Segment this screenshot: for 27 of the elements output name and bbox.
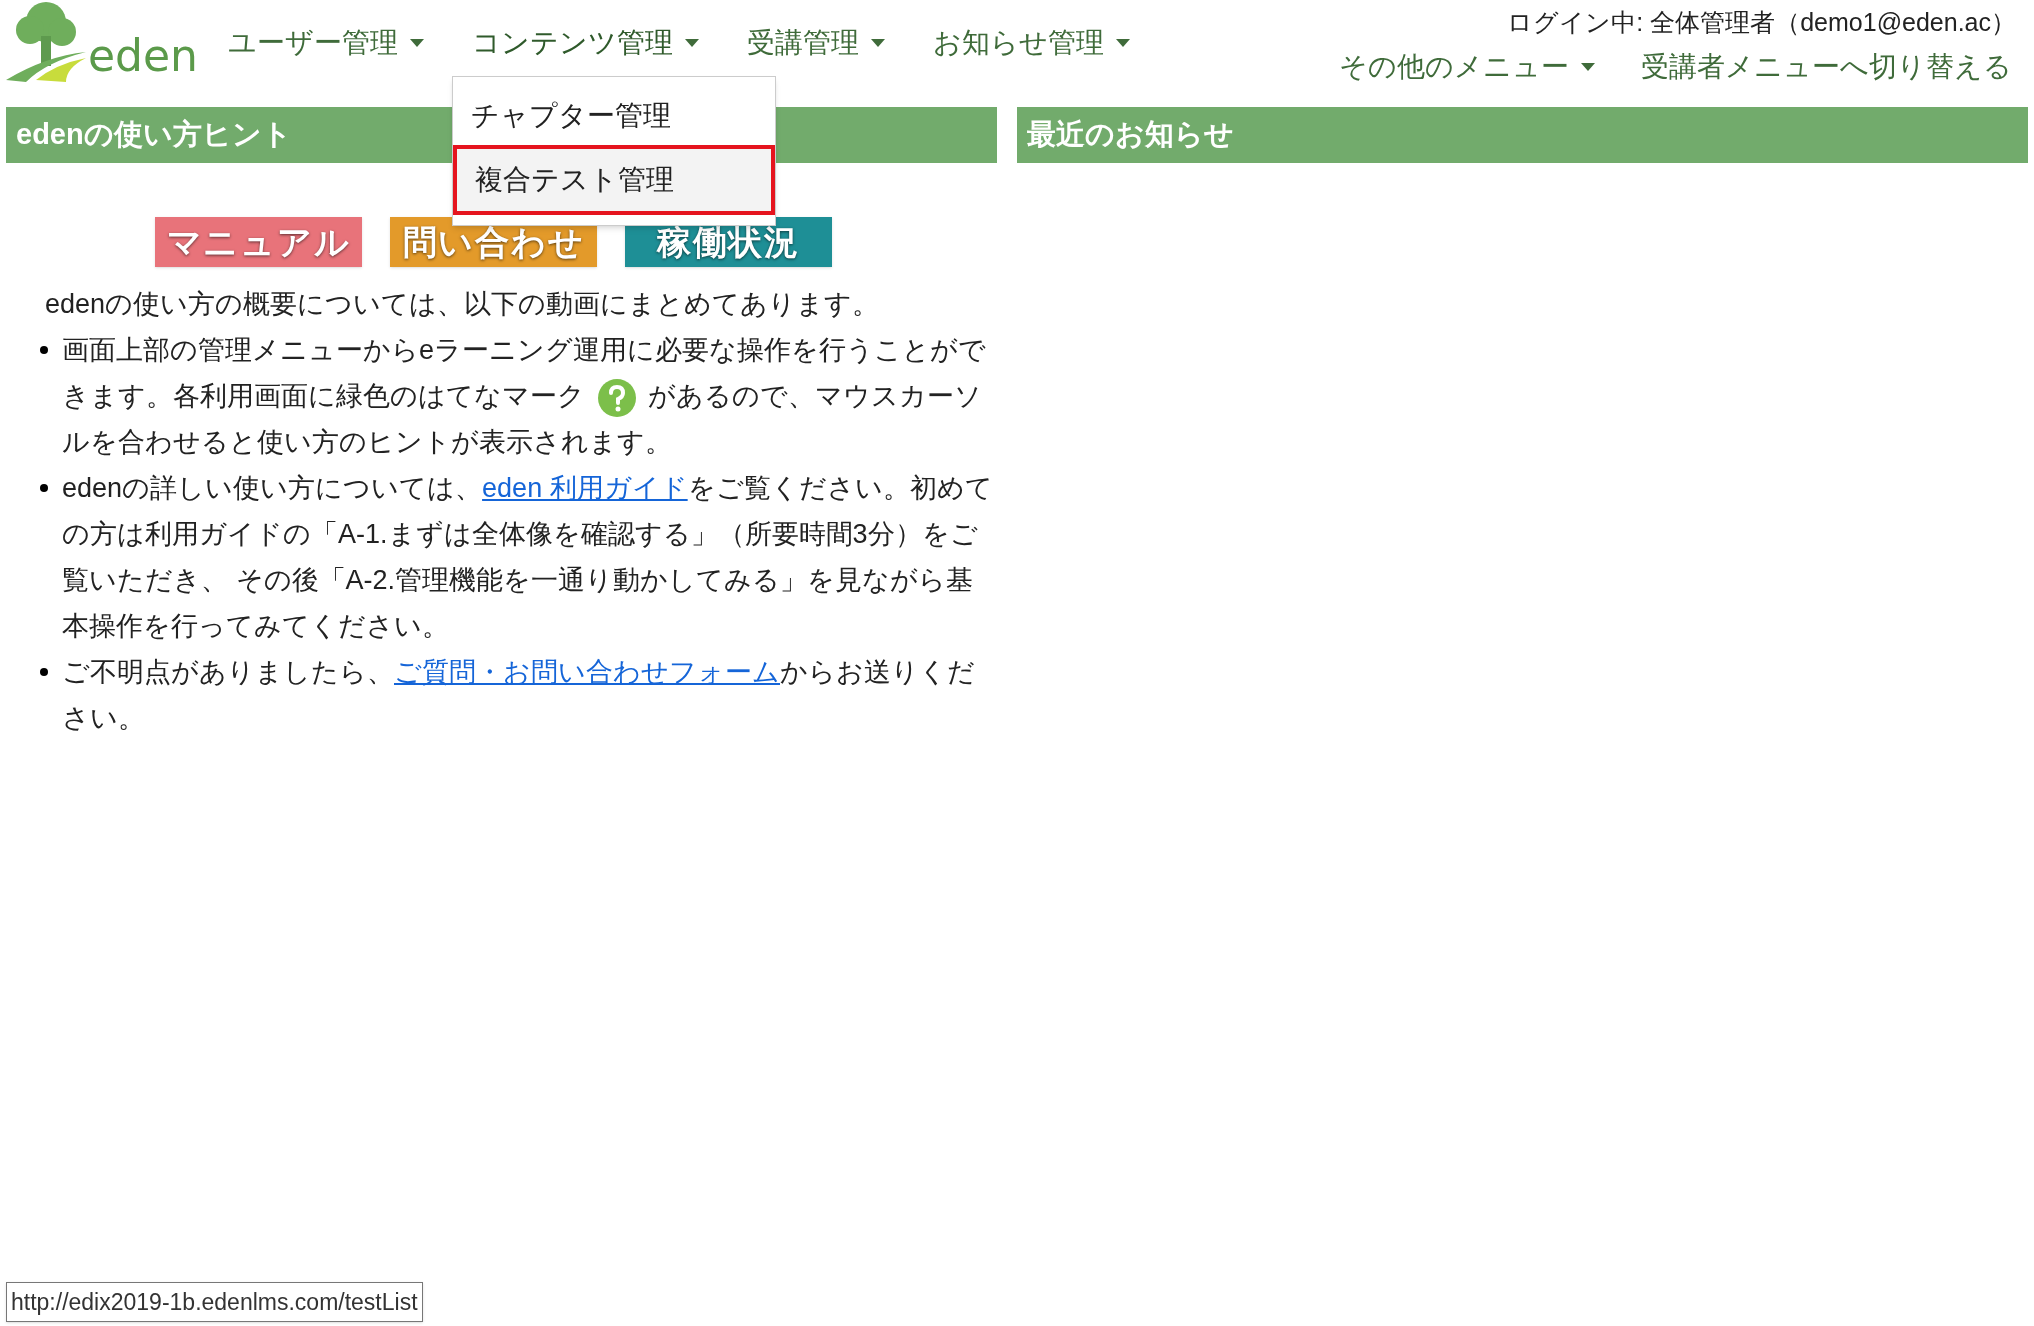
bullet-icon <box>40 484 48 492</box>
switch-link[interactable]: 受講者メニューへ切り替える <box>1641 45 2012 88</box>
nav-menu[interactable]: お知らせ管理 <box>933 22 1130 64</box>
caret-icon <box>685 39 699 47</box>
nav-menu[interactable]: ユーザー管理 <box>228 22 424 64</box>
status-url: http://edix2019-1b.edenlms.com/testList <box>6 1281 423 1322</box>
nav-menu[interactable]: 受講管理 <box>747 22 885 64</box>
bullet-icon <box>40 668 48 676</box>
panel-header: 最近のお知らせ <box>1017 107 2028 163</box>
caret-icon <box>1116 39 1130 47</box>
caret-icon <box>410 39 424 47</box>
logo-text: eden <box>88 34 198 78</box>
guide-link[interactable]: ご質問・お問い合わせフォーム <box>394 657 780 687</box>
hint-paragraph: edenの詳しい使い方については、eden 利用ガイド をご覧ください。初めての方は利用ガイドの「A-1.まずは全体像を確認する」（所要時間3分）をご覧いただき、 その後「A-2.管理機能を一通り動かしてみる」を見ながら基本操作を行ってみてください。 <box>62 472 994 643</box>
nav-menu[interactable]: コンテンツ管理 <box>472 22 699 64</box>
hint-paragraph: ご不明点がありましたら、ご質問・お問い合わせフォームからお送りください。 <box>62 656 976 735</box>
intro-text: edenの使い方の概要については、以下の動画にまとめてあります。 <box>45 288 881 321</box>
login-status: ログイン中: 全体管理者（demo1@eden.ac） <box>1507 7 2016 38</box>
guide-link[interactable]: eden 利用ガイド <box>482 473 688 503</box>
dropdown-item[interactable]: 複合テスト管理 <box>453 145 775 215</box>
tree-logo-icon <box>6 2 88 82</box>
caret-icon <box>1581 62 1595 71</box>
hint-paragraph: 画面上部の管理メニューからeラーニング運用に必要な操作を行うことができます。各利用画面に緑色のはてなマーク があるので、マウスカーソルを合わせると使い方のヒントが表示されます。 <box>62 334 988 459</box>
help-icon <box>596 377 637 418</box>
bullet-icon <box>40 346 48 354</box>
caret-icon <box>871 39 885 47</box>
other-menu[interactable]: その他のメニュー <box>1339 45 1595 88</box>
